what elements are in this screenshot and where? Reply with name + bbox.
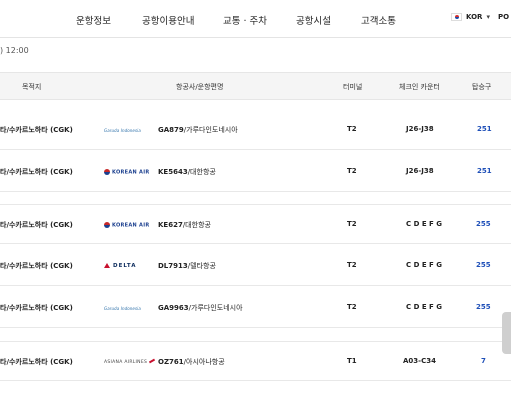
table-row[interactable]: 타/수카르노하타 (CGK) Garuda Indonesia GA879/가루… xyxy=(0,110,511,150)
gate-number: 255 xyxy=(476,220,491,228)
checkin-counter: J26-J38 xyxy=(406,167,434,175)
table-row[interactable]: 타/수카르노하타 (CGK) Garuda Indonesia GA9963/가… xyxy=(0,288,511,328)
checkin-counter: C D E F G xyxy=(406,303,443,311)
korean-air-logo: KOREAN AIR xyxy=(104,165,150,179)
terminal: T2 xyxy=(347,167,357,175)
checkin-counter: J26-J38 xyxy=(406,125,434,133)
chevron-down-icon: ▾ xyxy=(486,13,490,21)
asiana-logo: ASIANA AIRLINES xyxy=(104,355,156,369)
language-selector[interactable]: KOR ▾ PO xyxy=(451,13,509,21)
gate-number: 255 xyxy=(476,303,491,311)
nav-item-transport-parking[interactable]: 교통 · 주차 xyxy=(223,13,267,27)
top-navigation: 운항정보 공항이용안내 교통 · 주차 공항시설 고객소통 KOR ▾ PO xyxy=(0,0,511,38)
terminal: T2 xyxy=(347,303,357,311)
flight-number[interactable]: GA9963/가루다인도네시아 xyxy=(158,303,243,313)
header-airline-flight: 항공사/운항편명 xyxy=(176,83,224,91)
nav-item-airport-guide[interactable]: 공항이용안내 xyxy=(142,13,194,27)
gate-number: 251 xyxy=(477,125,492,133)
table-row[interactable]: 타/수카르노하타 (CGK) DELTA DL7913/델타항공 T2 C D … xyxy=(0,246,511,286)
header-terminal: 터미널 xyxy=(343,83,363,91)
header-checkin: 체크인 카운터 xyxy=(399,83,440,91)
korea-flag-icon xyxy=(451,13,462,21)
nav-item-flight-info[interactable]: 운항정보 xyxy=(76,13,111,27)
flight-number[interactable]: OZ761/아시아나항공 xyxy=(158,357,225,367)
nav-item-customer[interactable]: 고객소통 xyxy=(361,13,396,27)
delta-logo: DELTA xyxy=(104,259,137,273)
korean-air-logo: KOREAN AIR xyxy=(104,218,150,232)
flight-number[interactable]: DL7913/델타항공 xyxy=(158,261,216,271)
flight-number[interactable]: KE627/대한항공 xyxy=(158,220,211,230)
gate-number: 251 xyxy=(477,167,492,175)
table-header: 목적지 항공사/운항편명 터미널 체크인 카운터 탑승구 xyxy=(0,72,511,100)
destination: 타/수카르노하타 (CGK) xyxy=(0,168,73,176)
destination: 타/수카르노하타 (CGK) xyxy=(0,262,73,270)
terminal: T2 xyxy=(347,261,357,269)
checkin-counter: C D E F G xyxy=(406,261,443,269)
checkin-counter: A03-C34 xyxy=(403,357,436,365)
table-row[interactable]: 타/수카르노하타 (CGK) ASIANA AIRLINES OZ761/아시아… xyxy=(0,341,511,381)
destination: 타/수카르노하타 (CGK) xyxy=(0,304,73,312)
header-destination: 목적지 xyxy=(22,83,42,91)
update-timestamp: ⁠) 12:00 xyxy=(0,46,29,55)
side-scroll-handle[interactable] xyxy=(502,312,511,354)
garuda-logo: Garuda Indonesia xyxy=(104,305,141,311)
nav-item-facilities[interactable]: 공항시설 xyxy=(296,13,331,27)
language-next[interactable]: PO xyxy=(498,13,509,21)
table-row[interactable]: 타/수카르노하타 (CGK) KOREAN AIR KE5643/대한항공 T2… xyxy=(0,152,511,192)
flight-number[interactable]: GA879/가루다인도네시아 xyxy=(158,125,238,135)
terminal: T1 xyxy=(347,357,357,365)
garuda-logo: Garuda Indonesia xyxy=(104,127,141,133)
checkin-counter: C D E F G xyxy=(406,220,443,228)
terminal: T2 xyxy=(347,125,357,133)
destination: 타/수카르노하타 (CGK) xyxy=(0,358,73,366)
header-gate: 탑승구 xyxy=(472,83,492,91)
flight-number[interactable]: KE5643/대한항공 xyxy=(158,167,216,177)
gate-number: 255 xyxy=(476,261,491,269)
gate-number: 7 xyxy=(481,357,486,365)
table-row[interactable]: 타/수카르노하타 (CGK) KOREAN AIR KE627/대한항공 T2 … xyxy=(0,204,511,244)
language-code: KOR xyxy=(466,13,483,21)
terminal: T2 xyxy=(347,220,357,228)
destination: 타/수카르노하타 (CGK) xyxy=(0,126,73,134)
destination: 타/수카르노하타 (CGK) xyxy=(0,221,73,229)
